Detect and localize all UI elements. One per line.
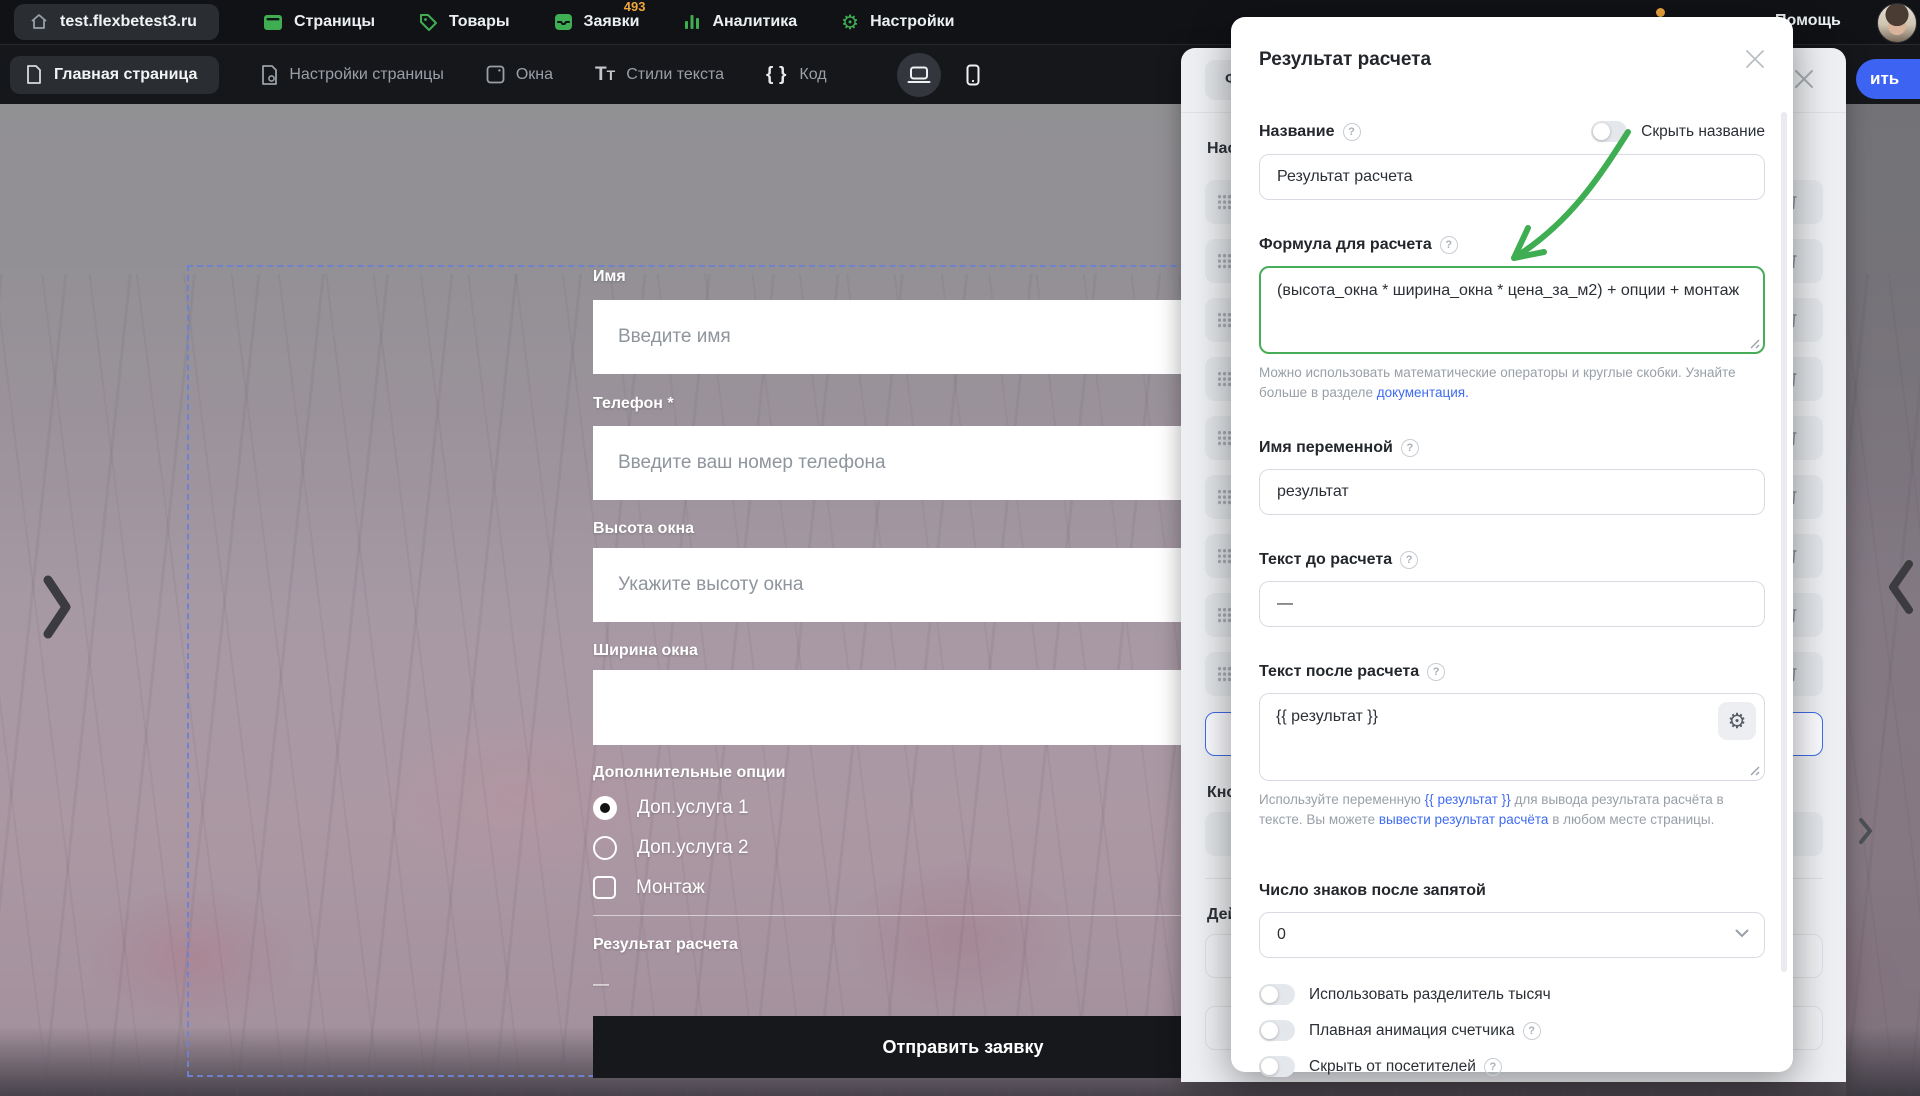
pages-icon xyxy=(263,14,283,31)
drag-handle-icon[interactable] xyxy=(1217,253,1232,269)
avatar[interactable] xyxy=(1877,3,1917,43)
result-value: — xyxy=(593,976,609,994)
nav-analytics[interactable]: Аналитика xyxy=(683,13,797,31)
drag-handle-icon[interactable] xyxy=(1217,489,1232,505)
page-icon xyxy=(26,65,42,84)
analytics-icon xyxy=(683,13,701,31)
leads-icon xyxy=(554,13,573,31)
result-label: Результат расчета xyxy=(593,936,738,954)
formula-label: Формула для расчета xyxy=(1259,236,1432,254)
mobile-icon xyxy=(966,64,980,86)
next-section-arrow[interactable] xyxy=(1888,559,1914,615)
panel-close-icon[interactable] xyxy=(1793,68,1815,90)
after-text-textarea[interactable]: {{ результат }} xyxy=(1259,693,1765,781)
help-icon[interactable]: ? xyxy=(1523,1022,1541,1040)
modal-scrollbar[interactable] xyxy=(1781,112,1787,972)
field-label: Ширина окна xyxy=(593,642,698,660)
resize-handle-icon[interactable] xyxy=(1750,339,1760,349)
code-icon: { } xyxy=(766,64,788,86)
result-var-link[interactable]: {{ результат }} xyxy=(1425,792,1511,807)
nav-settings[interactable]: ⚙ Настройки xyxy=(841,12,954,32)
field-label: Имя xyxy=(593,268,626,286)
windows-button[interactable]: Окна xyxy=(486,65,553,84)
thousands-separator-toggle[interactable] xyxy=(1259,984,1295,1005)
counter-animation-toggle[interactable] xyxy=(1259,1020,1295,1041)
form-divider xyxy=(593,915,1209,916)
calc-result-modal: Результат расчета Название ? Скрыть назв… xyxy=(1231,17,1793,1072)
radio-unchecked-icon xyxy=(593,836,617,860)
modal-close-icon[interactable] xyxy=(1743,47,1767,71)
formula-textarea[interactable]: (высота_окна * ширина_окна * цена_за_м2)… xyxy=(1259,266,1765,354)
variable-input[interactable] xyxy=(1259,469,1765,515)
drag-handle-icon[interactable] xyxy=(1217,312,1232,328)
radio-checked-icon xyxy=(593,796,617,820)
leads-badge: 493 xyxy=(624,0,646,14)
help-icon[interactable]: ? xyxy=(1400,551,1418,569)
hide-name-toggle[interactable] xyxy=(1591,121,1627,142)
expand-row-arrow[interactable] xyxy=(1856,816,1874,846)
hide-name-label: Скрыть название xyxy=(1641,123,1765,141)
help-icon[interactable]: ? xyxy=(1484,1058,1502,1076)
text-styles-icon: TT xyxy=(595,64,615,86)
help-icon[interactable]: ? xyxy=(1427,663,1445,681)
home-icon xyxy=(30,13,48,31)
nav-pages[interactable]: Страницы xyxy=(263,13,375,31)
drag-handle-icon[interactable] xyxy=(1217,607,1232,623)
after-text-settings-button[interactable]: ⚙ xyxy=(1718,702,1756,740)
name-input[interactable] xyxy=(1259,154,1765,200)
window-icon xyxy=(486,65,505,84)
prev-section-arrow[interactable] xyxy=(42,574,72,640)
drag-handle-icon[interactable] xyxy=(1217,194,1232,210)
variable-label: Имя переменной xyxy=(1259,439,1393,457)
drag-handle-icon[interactable] xyxy=(1217,548,1232,564)
desktop-view-button[interactable] xyxy=(897,53,941,97)
code-button[interactable]: { } Код xyxy=(766,64,827,86)
settings-icon: ⚙ xyxy=(841,12,859,32)
site-name: test.flexbetest3.ru xyxy=(60,13,197,31)
text-styles-button[interactable]: TT Стили текста xyxy=(595,64,724,86)
name-label: Название xyxy=(1259,123,1335,141)
page-settings-button[interactable]: Настройки страницы xyxy=(261,65,443,85)
page-selector[interactable]: Главная страница xyxy=(10,56,219,94)
mobile-view-button[interactable] xyxy=(951,53,995,97)
drag-handle-icon[interactable] xyxy=(1217,430,1232,446)
field-label: Высота окна xyxy=(593,520,694,538)
nav-leads[interactable]: 493 Заявки xyxy=(554,13,640,31)
chevron-down-icon xyxy=(1735,929,1749,938)
nav-products[interactable]: Товары xyxy=(419,13,510,32)
after-text-hint: Используйте переменную {{ результат }} д… xyxy=(1259,790,1765,830)
help-icon[interactable]: ? xyxy=(1440,236,1458,254)
help-icon[interactable]: ? xyxy=(1401,439,1419,457)
docs-link[interactable]: документация. xyxy=(1377,385,1469,400)
decimals-label: Число знаков после запятой xyxy=(1259,882,1486,900)
page-settings-icon xyxy=(261,65,278,85)
save-button[interactable]: ить xyxy=(1856,59,1920,99)
modal-title: Результат расчета xyxy=(1259,49,1765,71)
hide-from-visitors-toggle[interactable] xyxy=(1259,1056,1295,1077)
option-radio-2[interactable]: Доп.услуга 2 xyxy=(593,836,749,860)
resize-handle-icon[interactable] xyxy=(1750,766,1760,776)
decimals-select[interactable]: 0 xyxy=(1259,912,1765,958)
after-text-label: Текст после расчета xyxy=(1259,663,1419,681)
help-icon[interactable]: ? xyxy=(1343,123,1361,141)
notification-dot xyxy=(1656,8,1665,17)
before-text-label: Текст до расчета xyxy=(1259,551,1392,569)
before-text-input[interactable] xyxy=(1259,581,1765,627)
products-icon xyxy=(419,13,438,32)
drag-handle-icon[interactable] xyxy=(1217,371,1232,387)
formula-hint: Можно использовать математические операт… xyxy=(1259,363,1765,403)
option-radio-1[interactable]: Доп.услуга 1 xyxy=(593,796,749,820)
option-checkbox[interactable]: Монтаж xyxy=(593,876,705,899)
output-result-link[interactable]: вывести результат расчёта xyxy=(1379,812,1549,827)
options-title: Дополнительные опции xyxy=(593,764,785,782)
desktop-icon xyxy=(907,66,931,84)
drag-handle-icon[interactable] xyxy=(1217,666,1232,682)
field-label: Телефон * xyxy=(593,395,674,413)
checkbox-unchecked-icon xyxy=(593,876,616,899)
site-switcher[interactable]: test.flexbetest3.ru xyxy=(14,4,219,40)
